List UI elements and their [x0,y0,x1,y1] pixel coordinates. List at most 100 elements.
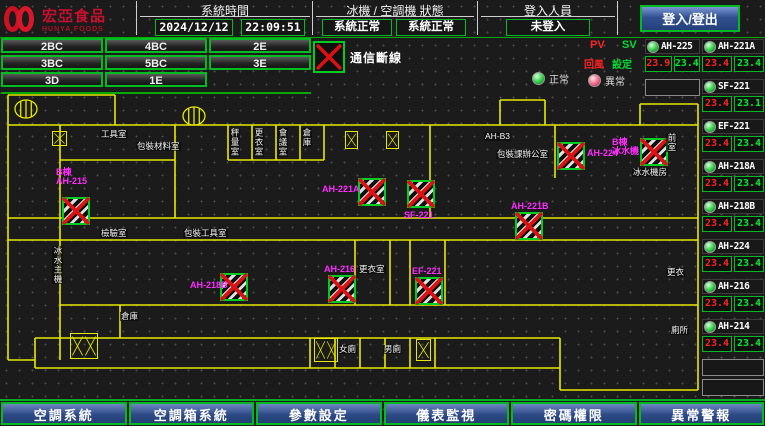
status-led-icon [704,161,716,173]
abnormal-legend: 異常 [588,73,625,88]
sv-value: 23.4 [734,256,764,272]
nav-button-密碼權限[interactable]: 密碼權限 [511,402,637,425]
empty-slot [702,379,764,396]
zone-button-3D[interactable]: 3D [1,72,103,87]
zone-button-3E[interactable]: 3E [209,55,311,70]
zone-button-5BC[interactable]: 5BC [105,55,207,70]
status-led-icon [704,81,716,93]
nav-button-異常警報[interactable]: 異常警報 [639,402,765,425]
status-led-icon [704,321,716,333]
ahu-name-row[interactable]: AH-221A [702,39,764,54]
sv-legend: SV [622,39,637,51]
ahu-name: AH-221A [718,41,755,52]
ahu-unit-AH-214: AH-21423.423.4 [702,319,764,352]
ahu-name: AH-218A [718,161,755,172]
ahu-values: 23.423.4 [702,56,764,72]
ahu-values: 23.423.4 [702,256,764,272]
sv-value: 23.4 [674,56,701,72]
room-label: 包裝材料室 [136,142,181,151]
pv-legend: PV [590,39,605,51]
sv-value: 23.4 [734,136,764,152]
ahu-name-row[interactable]: AH-224 [702,239,764,254]
zone-button-2E[interactable]: 2E [209,38,311,53]
zone-button-2BC[interactable]: 2BC [1,38,103,53]
sv-value: 23.4 [734,176,764,192]
brand-name: 宏亞食品 [42,5,106,26]
sv-value: 23.4 [734,296,764,312]
zone-button-3BC[interactable]: 3BC [1,55,103,70]
equipment-icon-AH-224[interactable] [557,142,585,170]
equipment-icon-B棟冰水機[interactable] [640,138,668,166]
shaft-icon [386,131,399,149]
shaft-icon [52,131,67,146]
pv-value: 23.4 [702,336,732,352]
shaft-icon [70,333,98,359]
ahu-status-value: 系統正常 [396,19,466,36]
status-led-icon [704,281,716,293]
ahu-name: AH-224 [718,241,749,252]
room-label: 前室 [666,133,677,152]
zone-button-1E[interactable]: 1E [105,72,207,87]
nav-button-參數設定[interactable]: 參數設定 [256,402,382,425]
ahu-values: 23.923.4 [645,56,700,72]
nav-button-空調箱系統[interactable]: 空調箱系統 [129,402,255,425]
room-label: 冰水機房 [632,168,668,177]
equipment-icon-EF-221[interactable] [415,277,443,305]
machine-status-label: 冰機 / 空調機 狀態 [316,2,474,17]
shaft-icon [416,339,431,361]
room-label: 倉庫 [120,312,139,321]
sv-name-legend: 設定 [612,56,632,71]
ahu-name-row[interactable]: AH-216 [702,279,764,294]
divider [617,1,618,35]
ahu-unit-AH-221A: AH-221A 23.423.4 [702,39,764,72]
equipment-label-AH-215: B棟AH-215 [56,168,87,186]
ahu-name-row[interactable]: AH-214 [702,319,764,334]
equipment-label-AH-218B: AH-218B [190,281,228,290]
equipment-icon-AH-216[interactable] [328,275,356,303]
equipment-label-AH-216: AH-216 [324,265,355,274]
system-date-value: 2024/12/12 [155,19,233,36]
ahu-name-row[interactable]: SF-221 [702,79,764,94]
brand-name-en: HUNYA FOODS [42,26,106,33]
equipment-icon-AH-221A[interactable] [358,178,386,206]
sv-value: 23.4 [734,56,764,72]
room-label: 更衣 [666,268,685,277]
zone-button-4BC[interactable]: 4BC [105,38,207,53]
pv-value: 23.4 [702,56,732,72]
login-logout-button[interactable]: 登入/登出 [640,5,740,32]
comm-loss-icon [313,41,345,73]
nav-button-空調系統[interactable]: 空調系統 [1,402,127,425]
divider [477,1,478,35]
brand-logo-icon [4,4,38,34]
abnormal-legend-label: 異常 [605,73,625,88]
shaft-icon [345,131,358,149]
spiral-stair-icon [182,106,206,131]
room-label: 會議室 [277,128,288,157]
equipment-icon-AH-215[interactable] [62,197,90,225]
ahu-name: AH-214 [718,321,749,332]
equipment-icon-AH-221B[interactable] [515,212,543,240]
ahu-name-row[interactable]: AH-225 [645,39,700,54]
ahu-name-row[interactable]: AH-218B [702,199,764,214]
room-label: 冰水主機 [52,246,63,284]
equipment-label-B棟冰水機: B棟冰水機 [612,138,639,156]
ahu-name-row[interactable]: AH-218A [702,159,764,174]
nav-button-儀表監視[interactable]: 儀表監視 [384,402,510,425]
ahu-unit-AH-218A: AH-218A 23.423.4 [702,159,764,192]
sv-value: 23.4 [734,216,764,232]
ahu-name-row[interactable]: EF-221 [702,119,764,134]
pv-value: 23.4 [702,176,732,192]
header: 宏亞食品 HUNYA FOODS 系統時間 2024/12/12 22:09:5… [0,0,765,38]
pv-value: 23.9 [645,56,672,72]
equipment-label-EF-221: EF-221 [412,267,442,276]
ahu-unit-AH-224: AH-224 23.423.4 [702,239,764,272]
divider [136,1,137,35]
equipment-label-AH-221A: AH-221A [322,185,360,194]
system-time-value: 22:09:51 [241,19,305,36]
bottom-nav: 空調系統空調箱系統參數設定儀表監視密碼權限異常警報 [1,402,764,425]
equipment-icon-SF-221[interactable] [407,180,435,208]
sv-value: 23.1 [734,96,764,112]
room-label: 廁所 [670,326,689,335]
pv-value: 23.4 [702,216,732,232]
divider [312,1,313,35]
